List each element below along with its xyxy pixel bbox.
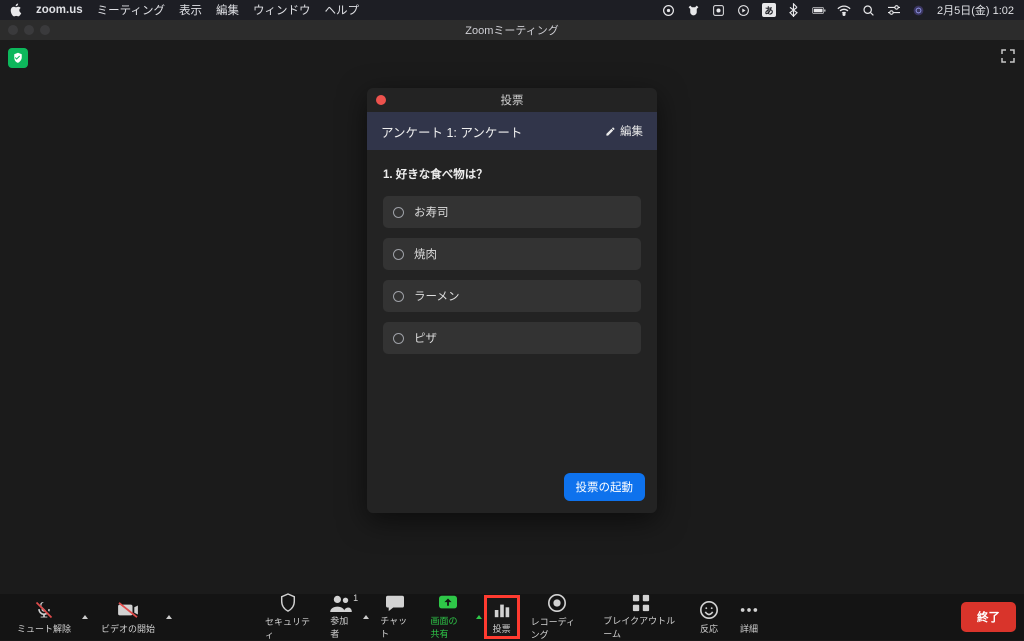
bluetooth-icon[interactable] (787, 3, 801, 17)
battery-icon[interactable] (812, 3, 826, 17)
status-play-icon[interactable] (737, 3, 751, 17)
window-close-dot[interactable] (8, 25, 18, 35)
poll-option-4[interactable]: ピザ (383, 322, 641, 354)
fullscreen-icon[interactable] (1000, 48, 1016, 69)
end-meeting-button[interactable]: 終了 (961, 602, 1016, 632)
window-traffic-lights[interactable] (0, 25, 50, 35)
launch-poll-button[interactable]: 投票の起動 (564, 473, 646, 501)
poll-option-3[interactable]: ラーメン (383, 280, 641, 312)
breakout-label: ブレイクアウトルーム (603, 614, 679, 640)
share-screen-label: 画面の共有 (431, 614, 465, 640)
share-screen-button[interactable]: 画面の共有 (422, 595, 474, 639)
chat-icon (385, 594, 405, 612)
poll-panel: 投票 アンケート 1: アンケート 編集 1. 好きな食べ物は？ お寿司 焼肉 … (367, 88, 657, 513)
apple-menu-icon[interactable] (10, 3, 22, 17)
smile-icon (699, 600, 719, 620)
participants-count: 1 (353, 593, 358, 603)
chevron-up-icon[interactable] (166, 615, 172, 619)
chat-label: チャット (380, 614, 410, 640)
security-button[interactable]: セキュリティ (256, 595, 319, 639)
poll-header: アンケート 1: アンケート 編集 (367, 112, 657, 150)
reactions-button[interactable]: 反応 (690, 595, 728, 639)
poll-option-label: ピザ (414, 330, 437, 346)
window-title: Zoomミーティング (0, 22, 1024, 38)
share-screen-icon (438, 594, 458, 612)
poll-option-label: お寿司 (414, 204, 449, 220)
poll-option-2[interactable]: 焼肉 (383, 238, 641, 270)
poll-footer: 投票の起動 (367, 465, 657, 513)
radio-icon (393, 291, 404, 302)
chevron-up-icon[interactable] (476, 615, 482, 619)
radio-icon (393, 207, 404, 218)
encryption-shield-icon[interactable] (8, 48, 28, 68)
chevron-up-icon[interactable] (82, 615, 88, 619)
status-ime-icon[interactable]: あ (762, 3, 776, 17)
poll-panel-title: 投票 (367, 92, 657, 108)
security-label: セキュリティ (265, 615, 310, 641)
poll-edit-button[interactable]: 編集 (605, 123, 643, 139)
participants-button[interactable]: 1 参加者 (321, 595, 361, 639)
more-icon (739, 600, 759, 620)
breakout-rooms-button[interactable]: ブレイクアウトルーム (594, 595, 688, 639)
microphone-muted-icon (34, 600, 54, 620)
siri-icon[interactable] (912, 3, 926, 17)
recording-button[interactable]: レコーディング (522, 595, 593, 639)
meeting-toolbar: ミュート解除 ビデオの開始 セキュリティ 1 (0, 594, 1024, 640)
poll-panel-titlebar[interactable]: 投票 (367, 88, 657, 112)
status-record-icon[interactable] (712, 3, 726, 17)
menubar-item-help[interactable]: ヘルプ (324, 2, 359, 18)
menubar-item-view[interactable]: 表示 (179, 2, 202, 18)
control-center-icon[interactable] (887, 3, 901, 17)
start-video-button[interactable]: ビデオの開始 (92, 595, 164, 639)
shield-icon (279, 593, 297, 613)
spotlight-icon[interactable] (862, 3, 876, 17)
macos-menu-bar: zoom.us ミーティング 表示 編集 ウィンドウ ヘルプ あ 2月5日(金)… (0, 0, 1024, 20)
menubar-item-window[interactable]: ウィンドウ (253, 2, 311, 18)
poll-edit-label: 編集 (620, 123, 643, 139)
window-zoom-dot[interactable] (40, 25, 50, 35)
more-label: 詳細 (740, 622, 758, 635)
radio-icon (393, 333, 404, 344)
chevron-up-icon[interactable] (363, 615, 369, 619)
bar-chart-icon (493, 600, 511, 620)
poll-option-label: ラーメン (414, 288, 460, 304)
poll-body: 1. 好きな食べ物は？ お寿司 焼肉 ラーメン ピザ (367, 150, 657, 465)
window-titlebar: Zoomミーティング (0, 20, 1024, 40)
menubar-item-edit[interactable]: 編集 (216, 2, 239, 18)
status-circle1-icon[interactable] (662, 3, 676, 17)
more-button[interactable]: 詳細 (730, 595, 768, 639)
recording-label: レコーディング (531, 615, 584, 641)
pencil-icon (605, 126, 616, 137)
poll-name: アンケート 1: アンケート (381, 122, 522, 141)
window-minimize-dot[interactable] (24, 25, 34, 35)
unmute-label: ミュート解除 (17, 622, 71, 635)
chat-button[interactable]: チャット (371, 595, 419, 639)
menubar-app-name[interactable]: zoom.us (36, 4, 83, 16)
participants-label: 参加者 (330, 614, 352, 640)
meeting-area: 投票 アンケート 1: アンケート 編集 1. 好きな食べ物は？ お寿司 焼肉 … (0, 40, 1024, 594)
close-icon[interactable] (376, 95, 386, 105)
poll-option-1[interactable]: お寿司 (383, 196, 641, 228)
unmute-button[interactable]: ミュート解除 (8, 595, 80, 639)
poll-option-label: 焼肉 (414, 246, 437, 262)
record-icon (547, 593, 567, 613)
reactions-label: 反応 (700, 622, 718, 635)
participants-icon: 1 (330, 594, 352, 612)
poll-label: 投票 (493, 622, 511, 635)
status-cat-icon[interactable] (687, 3, 701, 17)
poll-question: 1. 好きな食べ物は？ (383, 166, 641, 182)
grid-icon (632, 594, 650, 612)
poll-button[interactable]: 投票 (484, 595, 520, 639)
menubar-item-meeting[interactable]: ミーティング (97, 2, 165, 18)
radio-icon (393, 249, 404, 260)
menubar-clock[interactable]: 2月5日(金) 1:02 (937, 2, 1014, 18)
start-video-label: ビデオの開始 (101, 622, 155, 635)
camera-off-icon (117, 600, 139, 620)
wifi-icon[interactable] (837, 3, 851, 17)
